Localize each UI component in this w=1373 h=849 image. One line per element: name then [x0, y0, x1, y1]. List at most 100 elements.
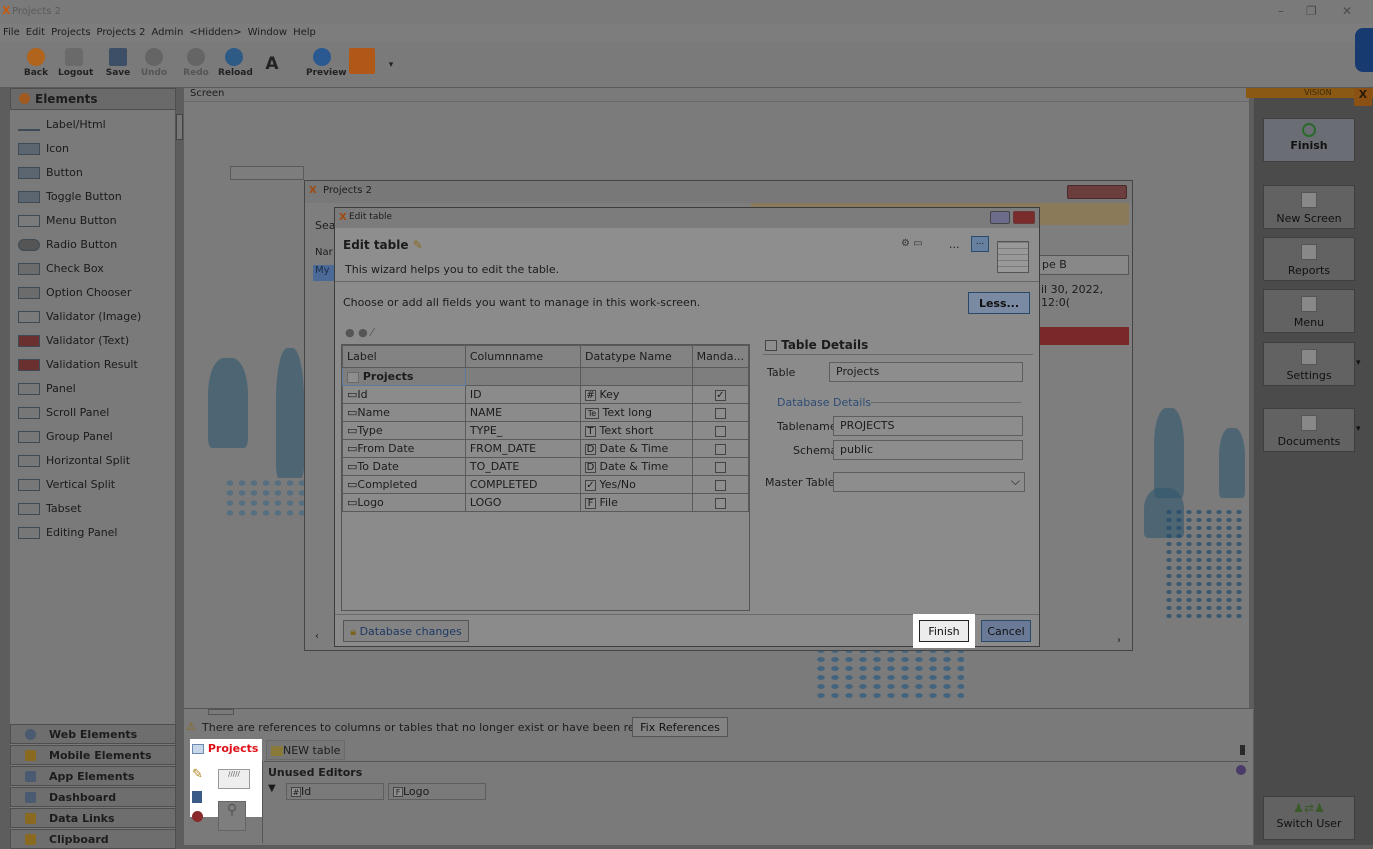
- element-tabset[interactable]: Tabset: [18, 502, 168, 522]
- scroll-right-icon[interactable]: ›: [1117, 635, 1121, 646]
- table-row-group[interactable]: Projects: [342, 367, 750, 386]
- vision-logo-icon[interactable]: [346, 44, 378, 84]
- element-scroll-panel[interactable]: Scroll Panel: [18, 406, 168, 426]
- element-vertical-split[interactable]: Vertical Split: [18, 478, 168, 498]
- settings-dropdown-icon[interactable]: ▾: [1356, 358, 1370, 368]
- column-header-label[interactable]: Label: [342, 345, 466, 368]
- delete-icon[interactable]: [192, 811, 203, 822]
- reload-button[interactable]: Reload: [218, 44, 253, 84]
- menu-edit[interactable]: Edit: [23, 24, 48, 38]
- panel-icon[interactable]: [192, 791, 202, 803]
- search-icon[interactable]: ⚲: [218, 801, 246, 831]
- mandatory-checkbox[interactable]: [714, 443, 726, 455]
- outer-window-buttons[interactable]: [1067, 185, 1127, 199]
- undo-button[interactable]: Undo: [138, 44, 170, 84]
- element-validator-image[interactable]: Validator (Image): [18, 310, 168, 330]
- database-changes-button[interactable]: 🔒︎ Database changes: [343, 620, 469, 642]
- menu-side-button[interactable]: Menu: [1263, 289, 1355, 333]
- table-row[interactable]: ▭Id ID # Key ✓: [342, 385, 750, 404]
- menu-window[interactable]: Window: [245, 24, 290, 38]
- clipboard-section[interactable]: Clipboard: [10, 829, 176, 849]
- element-validator-text[interactable]: Validator (Text): [18, 334, 168, 354]
- less-button[interactable]: Less...: [968, 292, 1030, 314]
- screen-tab[interactable]: Screen: [184, 88, 1249, 102]
- elements-header[interactable]: Elements: [10, 88, 176, 110]
- mandatory-checkbox[interactable]: [714, 407, 726, 419]
- element-horizontal-split[interactable]: Horizontal Split: [18, 454, 168, 474]
- menu-admin[interactable]: Admin: [149, 24, 187, 38]
- switch-user-button[interactable]: ♟⇄♟ Switch User: [1263, 796, 1355, 840]
- element-check-box[interactable]: Check Box: [18, 262, 168, 282]
- unused-editor-id[interactable]: # Id: [286, 783, 384, 800]
- data-links-section[interactable]: Data Links: [10, 808, 176, 828]
- minimize-button[interactable]: –: [1278, 4, 1284, 18]
- element-toolbar[interactable]: [230, 166, 304, 180]
- tablename-field[interactable]: PROJECTS: [833, 416, 1023, 436]
- header-more-button[interactable]: ...: [971, 236, 989, 252]
- dashboard-section[interactable]: Dashboard: [10, 787, 176, 807]
- add-remove-icons[interactable]: ● ● ⁄: [345, 326, 393, 340]
- table-name-field[interactable]: Projects: [829, 362, 1023, 382]
- back-button[interactable]: Back: [20, 44, 52, 84]
- unused-editor-logo[interactable]: F Logo: [388, 783, 486, 800]
- header-ellipsis[interactable]: ...: [949, 238, 960, 251]
- master-table-select[interactable]: ⌵: [833, 472, 1025, 492]
- save-button[interactable]: Save: [102, 44, 134, 84]
- element-validation-result[interactable]: Validation Result: [18, 358, 168, 378]
- dialog-close-button[interactable]: [1013, 211, 1035, 224]
- mandatory-checkbox[interactable]: [714, 425, 726, 437]
- mandatory-checkbox[interactable]: [714, 497, 726, 509]
- edit-pencil-icon[interactable]: ✎: [192, 767, 203, 782]
- documents-dropdown-icon[interactable]: ▾: [1356, 424, 1370, 434]
- preview-button[interactable]: Preview: [306, 44, 347, 84]
- font-button[interactable]: A: [256, 44, 288, 84]
- element-group-panel[interactable]: Group Panel: [18, 430, 168, 450]
- column-header-datatype[interactable]: Datatype Name: [579, 345, 693, 368]
- settings-button[interactable]: Settings: [1263, 342, 1355, 386]
- mobile-elements-section[interactable]: Mobile Elements: [10, 745, 176, 765]
- menu-projects[interactable]: Projects: [48, 24, 93, 38]
- table-row[interactable]: ▭Completed COMPLETED ✓ Yes/No: [342, 475, 750, 494]
- logout-button[interactable]: Logout: [58, 44, 93, 84]
- collapse-tab[interactable]: [208, 709, 234, 715]
- new-screen-button[interactable]: New Screen: [1263, 185, 1355, 229]
- column-header-mandatory[interactable]: Manda...: [691, 345, 750, 368]
- redo-button[interactable]: Redo: [180, 44, 212, 84]
- table-row[interactable]: ▭Name NAME Te Text long: [342, 403, 750, 422]
- table-row[interactable]: ▭Logo LOGO F File: [342, 493, 750, 512]
- menu-hidden[interactable]: <Hidden>: [186, 24, 244, 38]
- web-elements-section[interactable]: Web Elements: [10, 724, 176, 744]
- mandatory-checkbox[interactable]: [714, 479, 726, 491]
- menu-help[interactable]: Help: [290, 24, 319, 38]
- dialog-restore-button[interactable]: [990, 211, 1010, 224]
- header-tool-icons[interactable]: ⚙ ▭: [901, 238, 941, 252]
- element-label-html[interactable]: Label/Html: [18, 118, 168, 138]
- element-menu-button[interactable]: Menu Button: [18, 214, 168, 234]
- table-row[interactable]: ▭From Date FROM_DATE D Date & Time: [342, 439, 750, 458]
- toolbar-dropdown-icon[interactable]: ▾: [384, 44, 398, 84]
- menu-file[interactable]: File: [0, 24, 23, 38]
- column-header-columnname[interactable]: Columnname: [464, 345, 581, 368]
- app-elements-section[interactable]: App Elements: [10, 766, 176, 786]
- documents-button[interactable]: Documents: [1263, 408, 1355, 452]
- left-collapse-handle[interactable]: [176, 114, 183, 140]
- fix-references-button[interactable]: Fix References: [632, 717, 728, 737]
- reports-button[interactable]: Reports: [1263, 237, 1355, 281]
- table-row[interactable]: ▭Type TYPE_ T Text short: [342, 421, 750, 440]
- element-editing-panel[interactable]: Editing Panel: [18, 526, 168, 546]
- finish-side-button[interactable]: Finish: [1263, 118, 1355, 162]
- mandatory-checkbox[interactable]: ✓: [714, 389, 726, 401]
- restore-button[interactable]: ❐: [1306, 4, 1317, 18]
- element-icon[interactable]: Icon: [18, 142, 168, 162]
- cancel-button[interactable]: Cancel: [981, 620, 1031, 642]
- element-button[interactable]: Button: [18, 166, 168, 186]
- schema-field[interactable]: public: [833, 440, 1023, 460]
- close-button[interactable]: ✕: [1342, 4, 1352, 18]
- element-panel[interactable]: Panel: [18, 382, 168, 402]
- scroll-left-icon[interactable]: ‹: [315, 631, 319, 642]
- tab-projects[interactable]: Projects: [192, 742, 258, 755]
- element-radio-button[interactable]: Radio Button: [18, 238, 168, 258]
- element-option-chooser[interactable]: Option Chooser: [18, 286, 168, 306]
- filter-icon[interactable]: ▼: [268, 783, 276, 794]
- finish-button[interactable]: Finish: [919, 620, 969, 642]
